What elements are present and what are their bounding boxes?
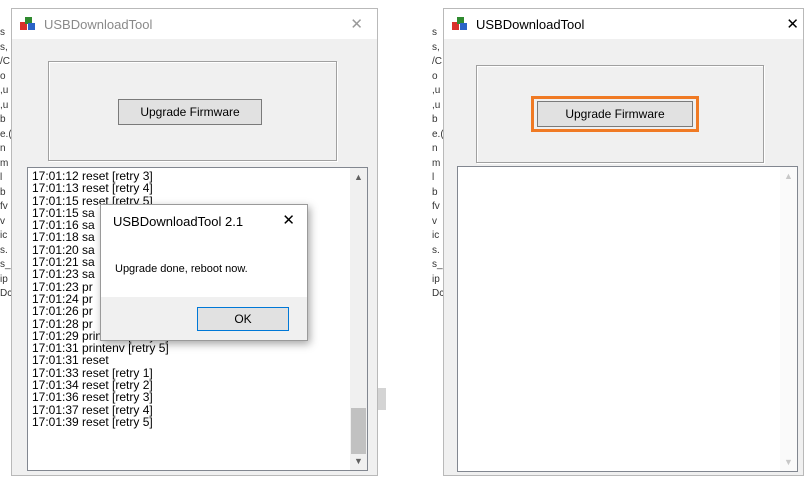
- scroll-down-icon[interactable]: ▼: [784, 457, 793, 467]
- upgrade-firmware-button[interactable]: Upgrade Firmware: [118, 99, 262, 125]
- window-title: USBDownloadTool: [476, 17, 585, 32]
- ok-button[interactable]: OK: [197, 307, 289, 331]
- log-listbox[interactable]: ▲ ▼: [457, 166, 798, 472]
- window-title: USBDownloadTool: [44, 17, 153, 32]
- app-icon: [20, 17, 35, 30]
- background-gap-block: [378, 388, 386, 410]
- close-icon[interactable]: ✕: [786, 15, 799, 33]
- close-icon[interactable]: ✕: [282, 211, 295, 229]
- scroll-down-icon[interactable]: ▼: [354, 456, 363, 466]
- scroll-up-icon[interactable]: ▲: [354, 172, 363, 182]
- close-icon[interactable]: ✕: [350, 15, 363, 33]
- title-bar[interactable]: USBDownloadTool ✕: [444, 9, 803, 39]
- title-bar[interactable]: USBDownloadTool ✕: [12, 9, 377, 39]
- dialog-message: Upgrade done, reboot now.: [115, 263, 248, 275]
- log-line: 17:01:13 reset [retry 4]: [32, 181, 153, 196]
- scrollbar-thumb[interactable]: [351, 408, 366, 454]
- scroll-up-icon[interactable]: ▲: [784, 171, 793, 181]
- log-line: 17:01:36 reset [retry 3]: [32, 390, 153, 405]
- upgrade-firmware-button[interactable]: Upgrade Firmware: [537, 101, 693, 127]
- log-line: 17:01:31 reset: [32, 353, 109, 368]
- app-icon: [452, 17, 467, 30]
- usb-download-tool-window-right: USBDownloadTool ✕ Upgrade Firmware ▲ ▼: [443, 8, 804, 476]
- vertical-scrollbar[interactable]: ▲ ▼: [780, 167, 797, 471]
- dialog-title: USBDownloadTool 2.1: [113, 214, 244, 229]
- log-line: 17:01:39 reset [retry 5]: [32, 414, 153, 429]
- vertical-scrollbar[interactable]: ▲ ▼: [350, 168, 367, 470]
- message-dialog: USBDownloadTool 2.1 ✕ Upgrade done, rebo…: [100, 204, 308, 341]
